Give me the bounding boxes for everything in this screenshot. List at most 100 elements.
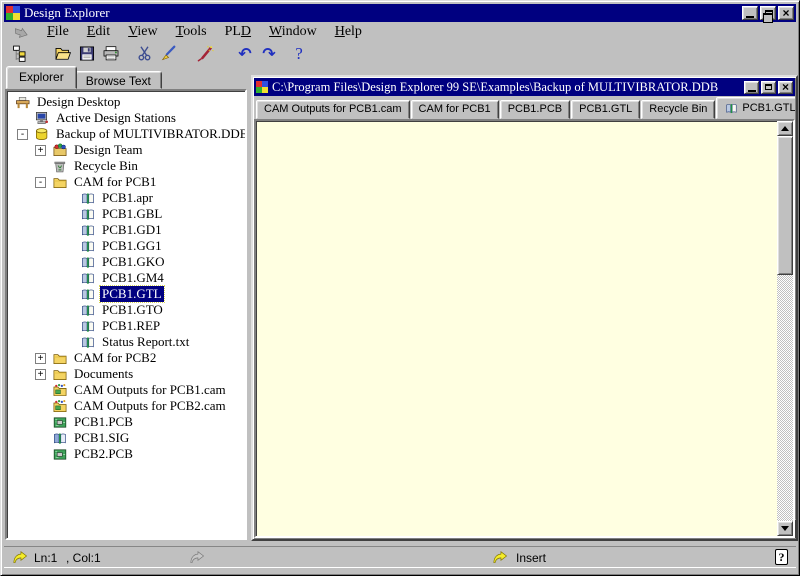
tree-item-label: Design Desktop — [35, 94, 122, 110]
help-button[interactable]: ? — [287, 43, 311, 65]
menu-help[interactable]: Help — [326, 24, 371, 40]
tree-item[interactable]: CAM Outputs for PCB2.cam — [7, 398, 245, 414]
document-tab[interactable]: CAM for PCB1 — [411, 100, 499, 119]
redo-button[interactable]: ↷ — [257, 43, 281, 65]
gerber-code[interactable] — [256, 121, 775, 536]
tree-item-icon — [80, 303, 97, 318]
tree-item[interactable]: Recycle Bin — [7, 158, 245, 174]
save-button[interactable] — [75, 43, 99, 65]
tree-item[interactable]: - CAM for PCB1 — [7, 174, 245, 190]
expand-toggle[interactable]: - — [35, 177, 46, 188]
tab-explorer[interactable]: Explorer — [6, 66, 77, 89]
doc-minimize-icon — [748, 90, 756, 92]
open-folder-icon — [54, 45, 72, 62]
tree-item[interactable]: PCB1.GG1 — [7, 238, 245, 254]
status-insert-mode: Insert — [516, 551, 546, 565]
tree-item[interactable]: - Backup of MULTIVIBRATOR.DDB — [7, 126, 245, 142]
minimize-icon — [746, 16, 754, 18]
tree-item[interactable]: PCB1.apr — [7, 190, 245, 206]
tree-item[interactable]: PCB1.GTO — [7, 302, 245, 318]
tree-item-label: PCB1.GD1 — [100, 222, 164, 238]
doc-close-button[interactable]: × — [778, 81, 793, 94]
tree-item[interactable]: + Documents — [7, 366, 245, 382]
tree-item[interactable]: CAM Outputs for PCB1.cam — [7, 382, 245, 398]
menu-file[interactable]: File — [38, 24, 78, 40]
menu-pld[interactable]: PLD — [216, 24, 260, 40]
status-help-icon[interactable]: ? — [775, 549, 788, 565]
system-menu-arrow-icon[interactable] — [4, 24, 38, 40]
vertical-scrollbar[interactable] — [777, 121, 793, 536]
document-icon[interactable] — [256, 81, 268, 93]
undo-button[interactable]: ↶ — [233, 43, 257, 65]
scrollbar-thumb[interactable] — [777, 136, 793, 275]
expand-toggle[interactable]: + — [35, 145, 46, 156]
tree-item[interactable]: PCB1.GTL — [7, 286, 245, 302]
cursor-jump-icon — [12, 550, 28, 565]
tree-item[interactable]: PCB1.GKO — [7, 254, 245, 270]
explorer-tree: Design Desktop Active Design Stations - … — [5, 89, 247, 540]
document-tabs: CAM Outputs for PCB1.cam CAM for PCB1 PC… — [254, 97, 795, 119]
tree-item-label: PCB1.PCB — [72, 414, 135, 430]
tree-item[interactable]: Status Report.txt — [7, 334, 245, 350]
design-explorer-window: Design Explorer × FileEditViewToolsPLDWi… — [0, 0, 800, 576]
document-tab[interactable]: PCB1.GTL — [716, 97, 795, 119]
tree-item[interactable]: PCB1.GM4 — [7, 270, 245, 286]
doc-maximize-icon — [765, 84, 772, 90]
expand-toggle[interactable]: + — [35, 353, 46, 364]
main-titlebar: Design Explorer × — [4, 4, 796, 22]
print-button[interactable] — [99, 43, 123, 65]
wizard-wand-icon — [196, 45, 214, 62]
tree-item[interactable]: PCB1.GD1 — [7, 222, 245, 238]
tree-item-icon — [52, 431, 69, 446]
tree-item[interactable]: PCB1.PCB — [7, 414, 245, 430]
tree-item-label: Status Report.txt — [100, 334, 191, 350]
expand-toggle[interactable]: - — [17, 129, 28, 140]
menu-tools[interactable]: Tools — [167, 24, 216, 40]
menu-window[interactable]: Window — [260, 24, 326, 40]
document-tab[interactable]: Recycle Bin — [641, 100, 715, 119]
document-tab[interactable]: CAM Outputs for PCB1.cam — [256, 100, 410, 119]
tree-item[interactable]: PCB1.REP — [7, 318, 245, 334]
tree-item[interactable]: PCB1.GBL — [7, 206, 245, 222]
document-tab[interactable]: PCB1.PCB — [500, 100, 570, 119]
doc-maximize-button[interactable] — [761, 81, 776, 94]
minimize-button[interactable] — [742, 6, 758, 20]
restore-button[interactable] — [760, 6, 776, 20]
tree-item[interactable]: + CAM for PCB2 — [7, 350, 245, 366]
tree-item-label: CAM Outputs for PCB1.cam — [72, 382, 228, 398]
document-tab[interactable]: PCB1.GTL — [571, 100, 640, 119]
tree-item-icon — [80, 335, 97, 350]
main-toolbar: ↶ ↷ ? — [4, 41, 796, 66]
printer-icon — [102, 45, 120, 62]
text-editor-area[interactable] — [254, 119, 795, 538]
cut-button[interactable] — [133, 43, 157, 65]
restore-icon — [765, 10, 773, 17]
app-icon[interactable] — [6, 6, 20, 20]
jump-disabled-icon — [189, 550, 205, 565]
paste-button[interactable] — [157, 43, 181, 65]
doc-minimize-button[interactable] — [744, 81, 759, 94]
tree-item-icon — [80, 255, 97, 270]
menubar: FileEditViewToolsPLDWindowHelp — [4, 23, 796, 41]
tab-browse-text[interactable]: Browse Text — [75, 71, 162, 89]
doc-close-icon: × — [782, 82, 789, 92]
tree-item[interactable]: Active Design Stations — [7, 110, 245, 126]
status-bar: Ln:1 , Col:1 Insert ? — [4, 546, 796, 568]
close-button[interactable]: × — [778, 6, 794, 20]
open-button[interactable] — [51, 43, 75, 65]
tree-item[interactable]: PCB2.PCB — [7, 446, 245, 462]
scroll-up-button[interactable] — [777, 121, 793, 136]
tree-item[interactable]: PCB1.SIG — [7, 430, 245, 446]
tree-item-icon — [80, 223, 97, 238]
design-manager-icon — [12, 45, 30, 62]
tree-item[interactable]: Design Desktop — [7, 94, 245, 110]
tree-item-label: CAM Outputs for PCB2.cam — [72, 398, 228, 414]
wizard-button[interactable] — [193, 43, 217, 65]
tree-item-label: Recycle Bin — [72, 158, 140, 174]
toggle-design-manager-button[interactable] — [9, 43, 33, 65]
menu-view[interactable]: View — [119, 24, 167, 40]
menu-edit[interactable]: Edit — [78, 24, 119, 40]
tree-item[interactable]: + Design Team — [7, 142, 245, 158]
expand-toggle[interactable]: + — [35, 369, 46, 380]
scroll-down-button[interactable] — [777, 521, 793, 536]
